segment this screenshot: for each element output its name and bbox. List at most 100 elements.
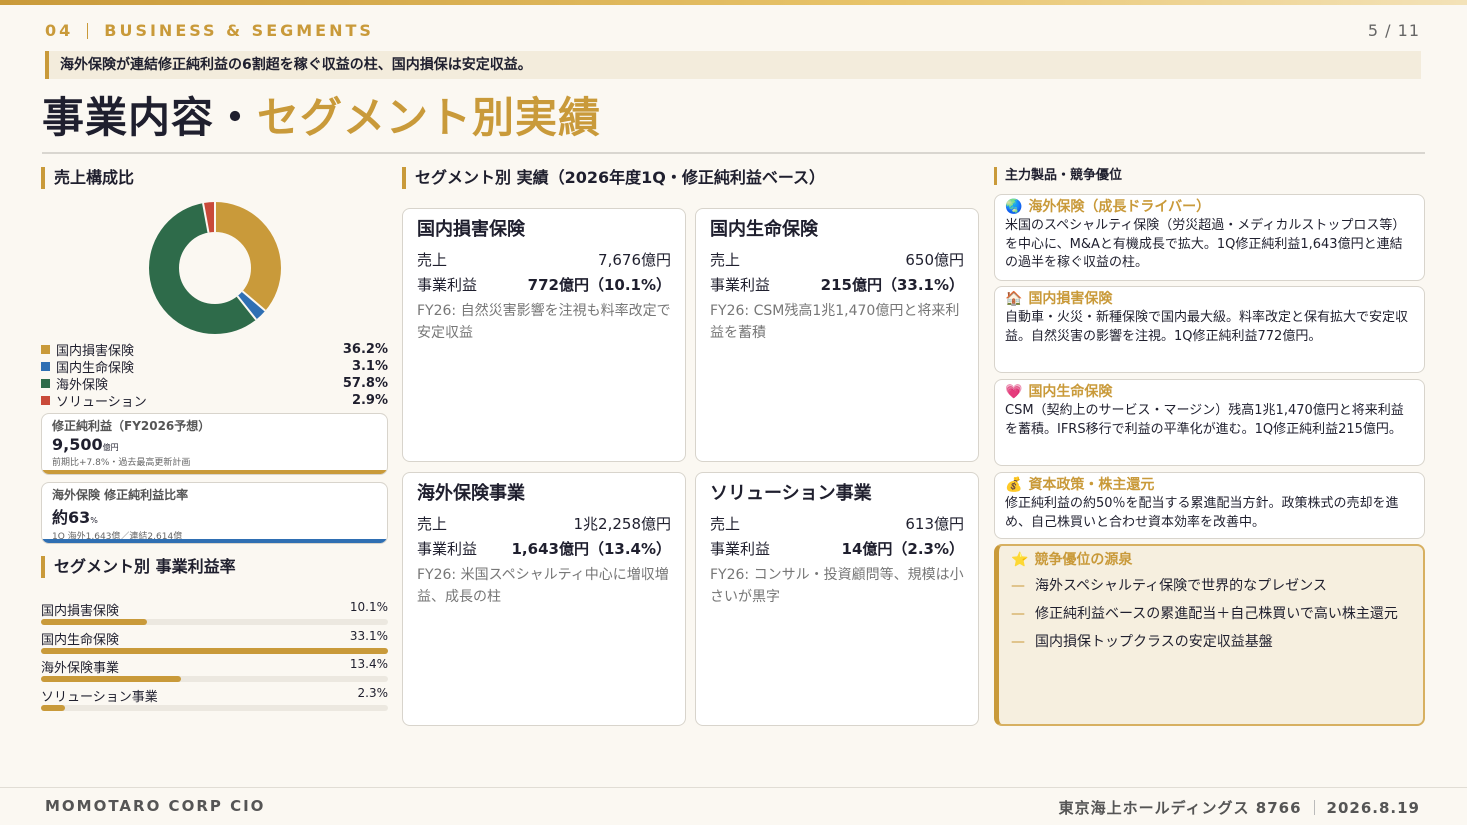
lead-message: 海外保険が連結修正純利益の6割超を稼ぐ収益の柱、国内損保は安定収益。 [45,51,1421,79]
segment-note: FY26: CSM残高1兆1,470億円と将来利益を蓄積 [710,303,960,341]
legend-swatch [41,379,50,388]
product-title: 🌏 海外保険（成長ドライバー） [1005,199,1211,215]
margin-value: 13.4% [349,657,388,672]
sales-row: 売上 650億円 [710,251,964,269]
legend-swatch [41,396,50,405]
margin-label: 海外保険事業 [41,661,120,677]
title-rule [42,152,1425,154]
segment-name: 国内生命保険 [710,219,818,240]
segment-card-overseas: 海外保険事業 売上 1兆2,258億円 事業利益 1,643億円（13.4%） FY… [402,472,686,726]
kpi-adjusted-net-income: 修正純利益（FY2026予想） 9,500億円 前期比+7.8%・過去最高更新計… [41,413,388,475]
money-bag-icon: 💰 [1005,477,1023,493]
kpi-accent-bar [42,470,387,474]
section-divider [87,22,89,39]
margin-track [41,619,388,625]
legend-item: 国内損害保険 36.2% [41,341,388,359]
globe-icon: 🌏 [1005,199,1023,215]
segment-card-domestic-life: 国内生命保険 売上 650億円 事業利益 215億円（33.1%） FY26: CS… [695,208,979,462]
segment-heading: セグメント別 実績（2026年度1Q・修正純利益ベース） [402,167,825,189]
margin-track [41,676,388,683]
product-body: 自動車・火災・新種保険で国内最大級。料率改定と保有拡大で安定収益。自然災害の影響… [1005,310,1409,344]
composition-legend: 国内損害保険 36.2% 国内生命保険 3.1% 海外保険 57.8% ソリューション 2.9… [41,341,388,410]
margin-fill [41,705,66,712]
kpi-note: 前期比+7.8%・過去最高更新計画 [52,458,191,468]
sales-composition-donut [149,202,281,334]
footer-divider [1313,800,1315,815]
margin-label: ソリューション事業 [41,690,158,706]
segment-card-domestic-pc: 国内損害保険 売上 7,676億円 事業利益 772億円（10.1%） FY26: … [402,208,686,462]
product-card-domestic-pc: 🏠 国内損害保険 自動車・火災・新種保険で国内最大級。料率改定と保有拡大で安定収益… [994,286,1425,373]
footer-date: 2026.8.19 [1326,798,1420,817]
products-heading: 主力製品・競争優位 [994,167,1122,185]
composition-heading: 売上構成比 [41,167,134,189]
legend-item: ソリューション 2.9% [41,392,388,410]
advantage-point: — 海外スペシャルティ保険で世界的なプレゼンス [1011,578,1327,594]
profit-row: 事業利益 14億円（2.3%） [710,540,964,558]
sales-row: 売上 1兆2,258億円 [417,515,671,533]
advantage-title: ⭐ 競争優位の源泉 [1011,552,1133,568]
legend-value: 57.8% [342,376,388,391]
footer-meta: 東京海上ホールディングス 8766 2026.8.19 [1059,797,1420,818]
legend-swatch [41,362,50,371]
page-title: 事業内容・セグメント別実績 [42,84,601,145]
kpi-label: 修正純利益（FY2026予想） [52,419,211,433]
legend-label: ソリューション [56,395,147,410]
kpi-overseas-ratio: 海外保険 修正純利益比率 約63% 1Q 海外1,643億／連結2,614億 [41,482,388,544]
sales-row: 売上 613億円 [710,515,964,533]
margin-fill [41,619,147,625]
product-body: 修正純利益の約50％を配当する累進配当方針。政策株式の売却を進め、自己株買いと合… [1005,496,1399,530]
product-title: 💰 資本政策・株主還元 [1005,477,1155,493]
segment-card-solutions: ソリューション事業 売上 613億円 事業利益 14億円（2.3%） FY26: コ… [695,472,979,726]
footer-author: MOMOTARO CORP CIO [45,797,266,815]
product-title: 💗 国内生命保険 [1005,384,1113,400]
segment-note: FY26: 米国スペシャルティ中心に増収増益、成長の柱 [417,567,669,605]
legend-value: 2.9% [351,393,388,408]
profit-row: 事業利益 772億円（10.1%） [417,276,671,294]
kpi-value: 9,500億円 [52,435,119,454]
profit-row: 事業利益 215億円（33.1%） [710,276,964,294]
kpi-accent-bar [42,539,387,543]
margin-value: 33.1% [349,628,388,643]
margin-label: 国内損害保険 [41,604,120,619]
advantage-point: — 国内損保トップクラスの安定収益基盤 [1011,634,1273,650]
margin-value: 10.1% [349,600,388,614]
margin-row: ソリューション事業 2.3% [41,686,388,715]
product-title: 🏠 国内損害保険 [1005,291,1113,307]
section-title: BUSINESS & SEGMENTS [104,21,374,40]
section-number: 04 [45,21,74,40]
margin-fill [41,676,182,683]
margin-row: 国内生命保険 33.1% [41,629,388,658]
profit-row: 事業利益 1,643億円（13.4%） [417,540,671,558]
advantage-point: — 修正純利益ベースの累進配当＋自己株買いで高い株主還元 [1011,606,1398,622]
margin-track [41,647,388,654]
margin-fill [41,647,388,654]
product-body: 米国のスペシャルティ保険（労災超過・メディカルストップロス等）を中心に、M&Aと… [1005,218,1406,270]
margin-bars: 国内損害保険 10.1% 国内生命保険 33.1% 海外保険事業 13.4% ソリューション… [41,600,388,715]
page-indicator: 5 / 11 [1367,21,1420,40]
segment-note: FY26: 自然災害影響を注視も料率改定で安定収益 [417,303,671,341]
legend-item: 国内生命保険 3.1% [41,358,388,376]
legend-value: 36.2% [342,342,388,357]
footer-rule [0,787,1467,788]
margin-heading: セグメント別 事業利益率 [41,556,236,578]
margin-row: 海外保険事業 13.4% [41,657,388,686]
margin-label: 国内生命保険 [41,632,120,648]
segment-name: ソリューション事業 [710,483,872,504]
margin-row: 国内損害保険 10.1% [41,600,388,629]
heart-icon: 💗 [1005,384,1023,400]
house-icon: 🏠 [1005,291,1023,307]
product-body: CSM（契約上のサービス・マージン）残高1兆1,470億円と将来利益を蓄積。IF… [1005,403,1404,437]
margin-value: 2.3% [357,686,389,701]
top-accent-bar [0,0,1467,5]
legend-swatch [41,345,50,354]
segment-note: FY26: コンサル・投資顧問等、規模は小さいが黒字 [710,567,964,605]
segment-name: 海外保険事業 [417,483,525,504]
margin-track [41,705,388,712]
product-card-capital-policy: 💰 資本政策・株主還元 修正純利益の約50％を配当する累進配当方針。政策株式の売却… [994,472,1425,539]
competitive-advantage-box: ⭐ 競争優位の源泉 — 海外スペシャルティ保険で世界的なプレゼンス — 修正純利益ベー… [994,544,1425,726]
page-title-main: 事業内容・ [42,93,258,142]
page-title-accent: セグメント別実績 [257,93,602,142]
segment-name: 国内損害保険 [417,219,525,240]
star-icon: ⭐ [1011,552,1029,568]
legend-value: 3.1% [351,359,388,374]
